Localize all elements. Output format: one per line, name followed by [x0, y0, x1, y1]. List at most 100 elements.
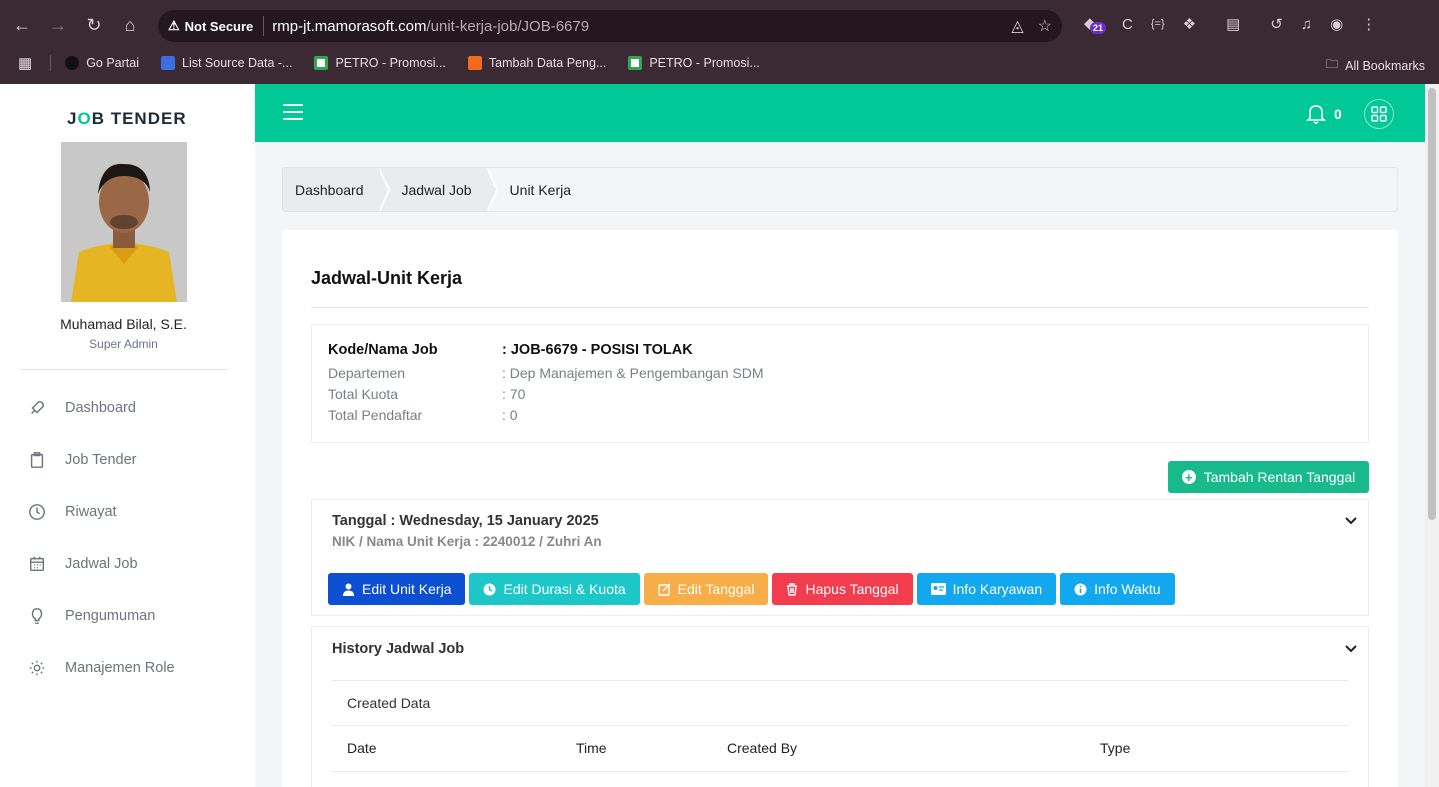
edit-unit-kerja-button[interactable]: Edit Unit Kerja — [328, 573, 466, 605]
extension-c-icon[interactable]: C — [1122, 16, 1133, 33]
bookmark-2[interactable]: PETRO - Promosi... — [314, 56, 446, 70]
avatar — [61, 142, 187, 302]
user-icon — [343, 583, 354, 596]
app-logo[interactable]: JOB TENDER — [67, 109, 187, 129]
history-table-header: Date Time Created By Type — [332, 726, 1348, 772]
bookmark-0[interactable]: Go Partai — [65, 56, 139, 70]
info-row-kuota: Total Kuota : 70 — [328, 386, 526, 402]
back-icon[interactable]: ← — [4, 7, 40, 43]
bulb-icon — [31, 608, 43, 624]
apps-grid-button[interactable] — [1364, 99, 1394, 129]
edit-durasi-kuota-button[interactable]: Edit Durasi & Kuota — [469, 573, 640, 605]
bell-icon — [1306, 105, 1326, 124]
rocket-icon — [31, 400, 45, 414]
history-accordion[interactable]: History Jadwal Job Created Data Date Tim… — [311, 626, 1369, 787]
extension-badge-icon[interactable]: ◆ 21 — [1084, 14, 1107, 34]
clock-icon — [483, 583, 496, 595]
sidebar-item-pengumuman[interactable]: Pengumuman — [0, 590, 255, 642]
title-divider — [311, 307, 1369, 308]
clock-icon — [29, 504, 45, 520]
browser-chrome: ← → ↻ ⌂ ⚠ Not Secure rmp-jt.mamorasoft.c… — [0, 0, 1439, 84]
sidebar-item-dashboard[interactable]: Dashboard — [0, 382, 255, 434]
warning-icon: ⚠ — [168, 18, 180, 33]
schedule-actions: Edit Unit Kerja Edit Durasi & Kuota Edit… — [328, 573, 1175, 605]
history-created-label: Created Data — [332, 680, 1348, 726]
extension-brackets-icon[interactable]: {=} — [1151, 18, 1165, 30]
forward-icon[interactable]: → — [40, 7, 76, 43]
apps-grid-icon[interactable]: ▦ — [18, 54, 32, 72]
url-host: rmp-jt.mamorasoft.com — [272, 17, 427, 35]
gear-icon — [29, 660, 45, 676]
breadcrumb-jadwal-job[interactable]: Jadwal Job — [377, 168, 498, 212]
sidepanel-icon[interactable]: ▤ — [1226, 15, 1240, 33]
kebab-menu-icon[interactable]: ⋮ — [1361, 15, 1376, 33]
translate-icon[interactable]: ◬ — [1011, 16, 1023, 36]
edit-icon — [657, 583, 671, 596]
sidebar-item-manajemen-role[interactable]: Manajemen Role — [0, 642, 255, 694]
page-title: Jadwal-Unit Kerja — [311, 268, 463, 288]
url-path: /unit-kerja-job/JOB-6679 — [426, 17, 590, 35]
media-icon[interactable]: ♫ — [1301, 16, 1312, 33]
info-row-pendaftar: Total Pendaftar : 0 — [328, 407, 518, 423]
column-created-by: Created By — [727, 740, 798, 756]
sidebar-item-job-tender[interactable]: Job Tender — [0, 434, 255, 486]
schedule-date: Tanggal : Wednesday, 15 January 2025 — [332, 513, 599, 529]
not-secure-chip[interactable]: ⚠ Not Secure — [168, 16, 265, 36]
breadcrumb-unit-kerja: Unit Kerja — [509, 181, 572, 198]
history-title: History Jadwal Job — [332, 641, 465, 657]
breadcrumb: Dashboard Jadwal Job Unit Kerja — [282, 167, 1398, 212]
performance-icon[interactable]: ↺ — [1270, 15, 1283, 33]
sidebar-item-jadwal-job[interactable]: Jadwal Job — [0, 538, 255, 590]
profile-role: Super Admin — [89, 337, 158, 351]
clipboard-icon — [30, 452, 44, 468]
sidebar: JOB TENDER Muhamad Bilal, S.E. Super Adm… — [0, 84, 255, 787]
edit-tanggal-button[interactable]: Edit Tanggal — [643, 573, 769, 605]
hapus-tanggal-button[interactable]: Hapus Tanggal — [772, 573, 913, 605]
reload-icon[interactable]: ↻ — [76, 7, 112, 43]
incognito-icon[interactable]: ◉ — [1330, 15, 1343, 33]
info-karyawan-button[interactable]: Info Karyawan — [916, 573, 1057, 605]
bookmarks-bar: ▦ Go Partai List Source Data -... PETRO … — [0, 50, 1439, 76]
chevron-down-icon[interactable] — [1344, 642, 1358, 656]
chevron-down-icon[interactable] — [1344, 514, 1358, 528]
job-info-box: Kode/Nama Job : JOB-6679 - POSISI TOLAK … — [311, 324, 1369, 443]
breadcrumb-dashboard[interactable]: Dashboard — [283, 168, 389, 212]
notification-button[interactable]: 0 — [1306, 103, 1342, 125]
bookmark-1[interactable]: List Source Data -... — [161, 56, 292, 70]
info-row-departemen: Departemen : Dep Manajemen & Pengembanga… — [328, 365, 764, 381]
id-card-icon — [930, 583, 946, 595]
grid-icon — [1371, 106, 1387, 122]
page-scrollbar[interactable] — [1425, 84, 1439, 787]
info-row-job: Kode/Nama Job : JOB-6679 - POSISI TOLAK — [328, 342, 693, 358]
column-date: Date — [347, 740, 377, 756]
trash-icon — [787, 582, 798, 596]
bookmark-favicon-icon — [628, 56, 643, 70]
bookmark-4[interactable]: PETRO - Promosi... — [628, 56, 760, 70]
info-icon — [1074, 583, 1087, 595]
calendar-icon — [29, 556, 45, 572]
schedule-accordion[interactable]: Tanggal : Wednesday, 15 January 2025 NIK… — [311, 499, 1369, 616]
sidebar-item-riwayat[interactable]: Riwayat — [0, 486, 255, 538]
info-waktu-button[interactable]: Info Waktu — [1060, 573, 1175, 605]
main-card: Jadwal-Unit Kerja Kode/Nama Job : JOB-66… — [282, 230, 1398, 787]
sidebar-menu: Dashboard Job Tender Riwayat Jadwal Job … — [0, 382, 255, 694]
schedule-unit: NIK / Nama Unit Kerja : 2240012 / Zuhri … — [332, 534, 602, 549]
column-type: Type — [1100, 740, 1131, 756]
extensions-area: ◆ 21 C {=} ❖ ▤ ↺ ♫ ◉ ⋮ — [1084, 14, 1376, 34]
add-date-range-button[interactable]: + Tambah Rentan Tanggal — [1168, 461, 1369, 493]
puzzle-icon[interactable]: ❖ — [1183, 15, 1196, 33]
column-time: Time — [576, 740, 607, 756]
bookmark-favicon-icon — [161, 56, 175, 70]
home-icon[interactable]: ⌂ — [112, 7, 148, 43]
hamburger-menu-icon[interactable] — [283, 104, 303, 120]
scrollbar-thumb[interactable] — [1428, 88, 1436, 520]
plus-circle-icon: + — [1181, 470, 1196, 484]
bookmark-favicon-icon — [65, 56, 80, 70]
bookmark-favicon-icon — [467, 56, 482, 70]
profile-name: Muhamad Bilal, S.E. — [60, 316, 187, 332]
address-bar[interactable]: ⚠ Not Secure rmp-jt.mamorasoft.com/unit-… — [158, 10, 1062, 42]
bookmark-3[interactable]: Tambah Data Peng... — [467, 56, 606, 70]
star-icon[interactable]: ☆ — [1038, 16, 1052, 36]
all-bookmarks[interactable]: 🗀 All Bookmarks — [1326, 55, 1425, 76]
folder-icon: 🗀 — [1325, 57, 1339, 71]
